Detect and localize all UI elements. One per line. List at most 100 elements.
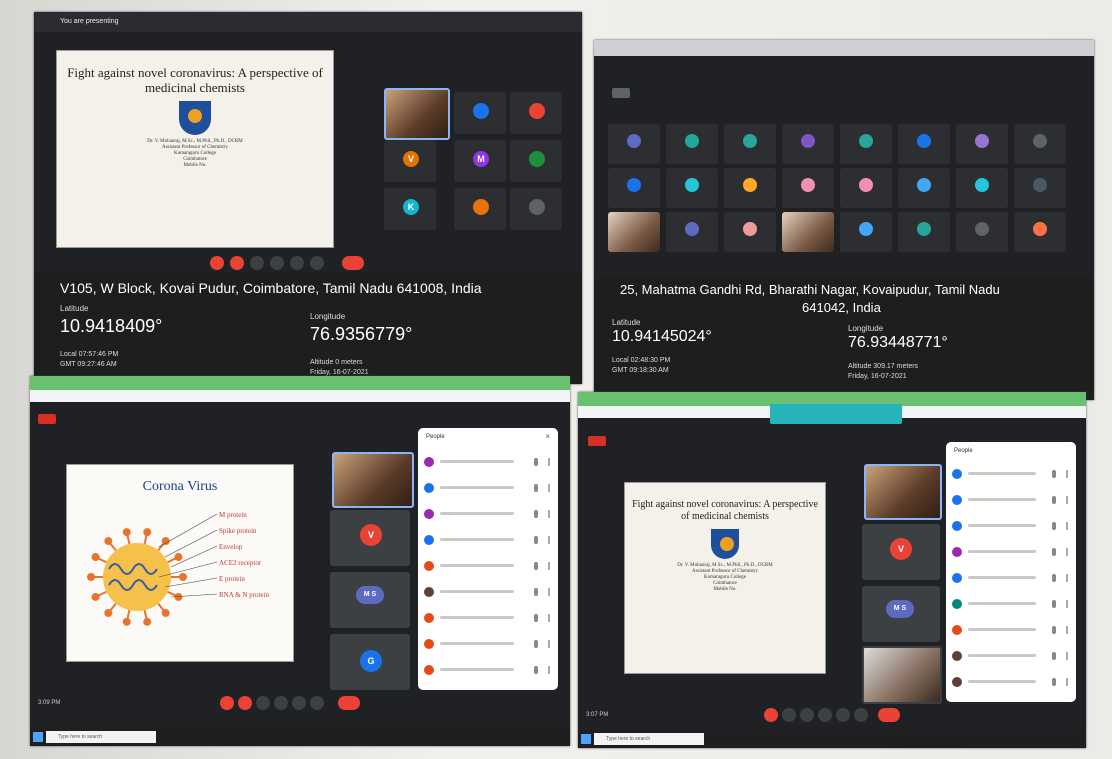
more-options-icon[interactable] [548, 562, 550, 570]
participant-row[interactable] [424, 508, 552, 520]
participant-tile[interactable] [840, 124, 892, 164]
participant-tile[interactable] [510, 188, 562, 230]
participant-tile[interactable]: V [384, 140, 436, 182]
speaker-video-tile[interactable] [864, 464, 942, 520]
participant-tile-ms[interactable]: M S [862, 586, 940, 642]
more-options-button[interactable] [854, 708, 868, 722]
participant-tile[interactable] [840, 212, 892, 252]
raise-hand-button[interactable] [270, 256, 284, 270]
more-options-icon[interactable] [1066, 470, 1068, 478]
participant-tile[interactable] [454, 188, 506, 230]
more-options-icon[interactable] [548, 666, 550, 674]
participant-tile[interactable] [782, 124, 834, 164]
notification-banner[interactable] [770, 404, 902, 424]
participant-video-tile[interactable] [782, 212, 834, 252]
windows-start-icon[interactable] [33, 732, 43, 742]
camera-button[interactable] [782, 708, 796, 722]
more-options-icon[interactable] [1066, 522, 1068, 530]
participant-row[interactable] [952, 676, 1070, 688]
browser-url-bar[interactable] [30, 390, 570, 402]
participant-row[interactable] [952, 624, 1070, 636]
participant-row[interactable] [952, 650, 1070, 662]
participant-row[interactable] [952, 520, 1070, 532]
participant-row[interactable] [424, 560, 552, 572]
participant-tile[interactable] [840, 168, 892, 208]
participant-tile[interactable] [724, 124, 776, 164]
participant-tile[interactable] [666, 124, 718, 164]
participant-video-tile[interactable] [608, 212, 660, 252]
mic-off-button[interactable] [220, 696, 234, 710]
more-options-icon[interactable] [1066, 652, 1068, 660]
raise-hand-button[interactable] [818, 708, 832, 722]
more-options-icon[interactable] [548, 458, 550, 466]
participant-tile[interactable] [724, 212, 776, 252]
participant-tile[interactable] [1014, 124, 1066, 164]
participant-tile-ms[interactable]: M S [330, 572, 410, 628]
participant-row[interactable] [424, 482, 552, 494]
more-options-icon[interactable] [1066, 678, 1068, 686]
participant-tile[interactable] [666, 212, 718, 252]
raise-hand-button[interactable] [274, 696, 288, 710]
more-options-icon[interactable] [1066, 496, 1068, 504]
more-options-icon[interactable] [548, 510, 550, 518]
participant-tile[interactable] [1014, 168, 1066, 208]
participant-tile[interactable] [510, 140, 562, 182]
more-options-icon[interactable] [548, 640, 550, 648]
participant-row[interactable] [424, 664, 552, 676]
captions-button[interactable] [250, 256, 264, 270]
captions-button[interactable] [256, 696, 270, 710]
participant-tile-v[interactable]: V [862, 524, 940, 580]
participant-tile[interactable] [956, 212, 1008, 252]
mic-off-button[interactable] [764, 708, 778, 722]
participant-tile[interactable] [666, 168, 718, 208]
more-options-icon[interactable] [1066, 626, 1068, 634]
participant-row[interactable] [952, 468, 1070, 480]
more-options-icon[interactable] [1066, 574, 1068, 582]
present-button[interactable] [836, 708, 850, 722]
more-options-icon[interactable] [1066, 548, 1068, 556]
participant-row[interactable] [424, 612, 552, 624]
participant-row[interactable] [424, 586, 552, 598]
leave-call-button[interactable] [342, 256, 364, 270]
participant-tile[interactable] [898, 168, 950, 208]
taskbar-search-box[interactable]: Type here to search [594, 733, 704, 745]
leave-call-button[interactable] [878, 708, 900, 722]
close-icon[interactable]: × [545, 432, 550, 441]
more-options-button[interactable] [310, 696, 324, 710]
participant-tile-v[interactable]: V [330, 510, 410, 566]
participant-row[interactable] [952, 494, 1070, 506]
participant-tile[interactable] [510, 92, 562, 134]
participant-tile-g[interactable]: G [330, 634, 410, 690]
more-options-icon[interactable] [548, 536, 550, 544]
present-button[interactable] [290, 256, 304, 270]
speaker-video-tile[interactable] [332, 452, 414, 508]
participant-tile[interactable]: M [454, 140, 506, 182]
participant-tile[interactable]: K [384, 188, 436, 230]
more-options-icon[interactable] [548, 614, 550, 622]
more-options-icon[interactable] [1066, 600, 1068, 608]
leave-call-button[interactable] [338, 696, 360, 710]
participant-tile[interactable] [608, 168, 660, 208]
participant-tile[interactable] [724, 168, 776, 208]
participant-row[interactable] [424, 534, 552, 546]
self-video-tile[interactable] [862, 646, 942, 704]
participant-tile[interactable] [956, 168, 1008, 208]
participant-row[interactable] [424, 456, 552, 468]
speaker-video-tile[interactable] [384, 88, 450, 140]
more-options-button[interactable] [310, 256, 324, 270]
more-options-icon[interactable] [548, 484, 550, 492]
participant-tile[interactable] [956, 124, 1008, 164]
participant-tile[interactable] [782, 168, 834, 208]
participant-tile[interactable] [608, 124, 660, 164]
mic-off-button[interactable] [210, 256, 224, 270]
participant-row[interactable] [952, 598, 1070, 610]
present-button[interactable] [292, 696, 306, 710]
taskbar-search-box[interactable]: Type here to search [46, 731, 156, 743]
participant-tile[interactable] [1014, 212, 1066, 252]
camera-off-button[interactable] [238, 696, 252, 710]
participant-tile[interactable] [454, 92, 506, 134]
participant-tile[interactable] [898, 124, 950, 164]
participant-row[interactable] [952, 546, 1070, 558]
participant-tile[interactable] [898, 212, 950, 252]
participant-row[interactable] [424, 638, 552, 650]
